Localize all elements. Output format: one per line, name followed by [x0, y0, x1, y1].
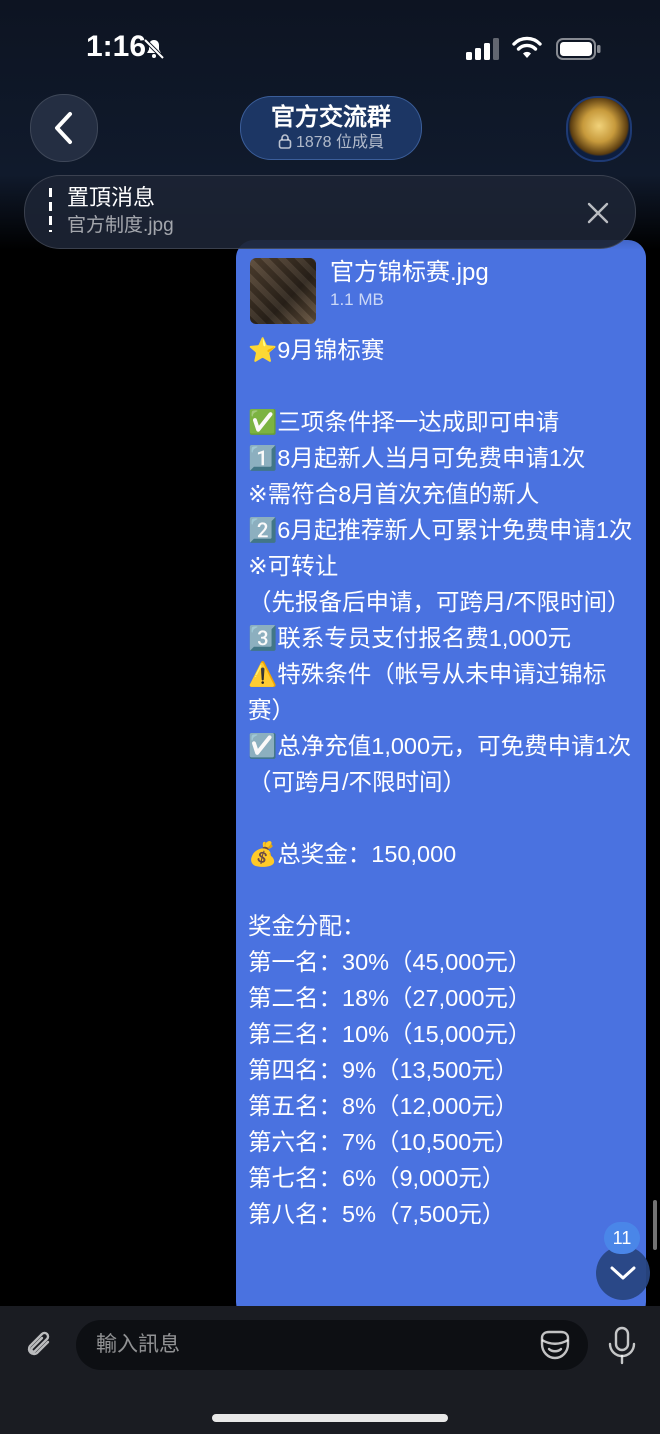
message-line: ☑️总净充值1,000元，可免费申请1次（可跨月/不限时间） — [248, 733, 632, 795]
chat-title: 官方交流群 — [271, 104, 391, 131]
status-time: 1:16 — [86, 30, 147, 63]
scroll-down-button[interactable] — [596, 1246, 650, 1300]
message-line: ⚠️特殊条件（帐号从未申请过锦标赛） — [248, 661, 607, 723]
message-text: ⭐9月锦标赛 ✅三项条件择一达成即可申请 1️⃣8月起新人当月可免费申请1次 ※需符合… — [248, 332, 640, 1232]
message-line: 第八名：5%（7,500元） — [248, 1201, 506, 1227]
message-line: 第二名：18%（27,000元） — [248, 985, 532, 1011]
message-line: 第一名：30%（45,000元） — [248, 949, 532, 975]
file-thumbnail[interactable] — [250, 258, 316, 324]
paperclip-icon[interactable] — [22, 1328, 58, 1364]
file-name: 官方锦标赛.jpg — [330, 259, 489, 286]
microphone-icon[interactable] — [606, 1326, 638, 1366]
message-line: 第四名：9%（13,500元） — [248, 1057, 519, 1083]
pinned-subtitle: 官方制度.jpg — [67, 215, 174, 236]
home-indicator — [212, 1414, 448, 1422]
message-line: 奖金分配： — [248, 913, 366, 939]
pinned-indicator — [49, 188, 52, 232]
message-line: 💰总奖金：150,000 — [248, 841, 457, 867]
scroll-indicator[interactable] — [653, 1200, 657, 1250]
message-line: 1️⃣8月起新人当月可免费申请1次 — [248, 445, 586, 471]
message-line — [248, 872, 640, 908]
file-size: 1.1 MB — [330, 290, 384, 309]
message-line — [248, 800, 640, 836]
wifi-icon — [512, 36, 542, 58]
message-line: 2️⃣6月起推荐新人可累计免费申请1次 — [248, 517, 633, 543]
message-line: 第七名：6%（9,000元） — [248, 1165, 506, 1191]
file-attachment[interactable]: 官方锦标赛.jpg 1.1 MB — [250, 258, 489, 324]
chevron-down-icon — [610, 1266, 636, 1280]
unread-badge: 11 — [604, 1222, 640, 1254]
sticker-icon[interactable] — [536, 1326, 574, 1364]
message-line: 第三名：10%（15,000元） — [248, 1021, 532, 1047]
signal-icon — [466, 38, 499, 60]
message-line: ※需符合8月首次充值的新人 — [248, 481, 540, 507]
pinned-message-bar[interactable]: 置頂消息 官方制度.jpg — [24, 175, 636, 249]
status-bar: 1:16 — [0, 0, 660, 96]
battery-icon — [556, 38, 601, 60]
composer-bar — [0, 1306, 660, 1434]
message-line: ※可转让 — [248, 553, 339, 579]
message-line: ✅三项条件择一达成即可申请 — [248, 409, 560, 435]
message-line: ⭐9月锦标赛 — [248, 337, 385, 363]
message-bubble[interactable]: 官方锦标赛.jpg 1.1 MB ⭐9月锦标赛 ✅三项条件择一达成即可申请 1️⃣8… — [236, 240, 646, 1320]
back-button[interactable] — [30, 94, 98, 162]
message-line: 第五名：8%（12,000元） — [248, 1093, 519, 1119]
message-line: 第六名：7%（10,500元） — [248, 1129, 519, 1155]
member-count: 1878 位成員 — [295, 134, 385, 151]
message-line: 3️⃣联系专员支付报名费1,000元 — [248, 625, 572, 651]
message-line: （先报备后申请，可跨月/不限时间） — [248, 589, 631, 615]
bell-off-icon — [143, 38, 165, 60]
group-avatar[interactable] — [566, 96, 632, 162]
chat-title-button[interactable]: 官方交流群 1878 位成員 — [240, 96, 422, 160]
close-icon[interactable] — [587, 202, 609, 224]
back-arrow-icon — [55, 112, 72, 144]
message-line — [248, 368, 640, 404]
pinned-title: 置頂消息 — [67, 185, 156, 210]
lock-icon — [278, 134, 292, 149]
message-input[interactable] — [76, 1320, 588, 1370]
